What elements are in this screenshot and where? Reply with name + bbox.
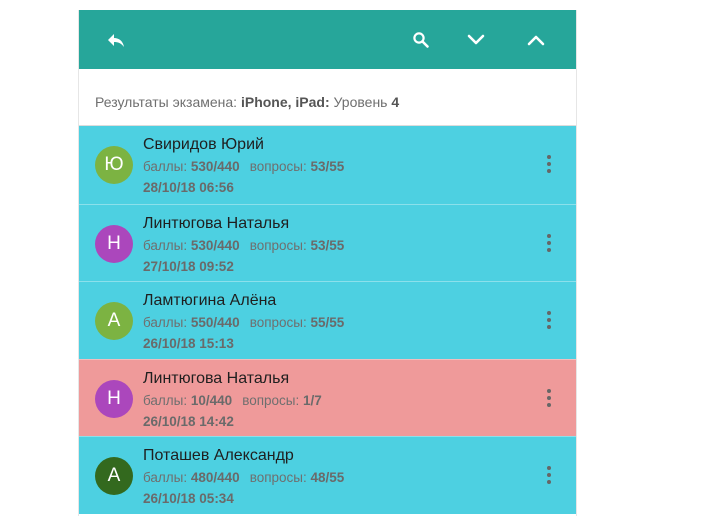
questions-value: 53/55 (310, 159, 345, 174)
exam-title: Результаты экзамена: iPhone, iPad: Урове… (79, 69, 576, 126)
level-label: Уровень (329, 94, 392, 110)
score-value: 480/440 (190, 470, 240, 485)
result-stats: баллы: 530/440 вопросы: 53/55 (143, 238, 344, 253)
chevron-up-icon (527, 35, 545, 46)
student-name: Линтюгова Наталья (143, 214, 290, 232)
next-button[interactable] (461, 25, 491, 55)
student-name: Ламтюгина Алёна (143, 292, 277, 309)
exam-results-panel: Результаты экзамена: iPhone, iPad: Урове… (78, 10, 577, 516)
search-icon (413, 32, 429, 48)
score-label: баллы: (143, 237, 191, 253)
back-button[interactable] (101, 25, 131, 55)
avatar: А (95, 302, 133, 340)
search-button[interactable] (406, 25, 436, 55)
result-stats: баллы: 10/440 вопросы: 1/7 (143, 393, 322, 408)
more-vert-icon[interactable] (541, 463, 557, 487)
questions-value: 55/55 (310, 315, 345, 330)
chevron-down-icon (467, 34, 485, 45)
result-row[interactable]: Н Линтюгова Наталья баллы: 530/440 вопрос… (79, 203, 576, 281)
avatar: Н (95, 224, 133, 263)
more-vert-icon[interactable] (541, 386, 557, 410)
level-value: 4 (391, 94, 400, 110)
more-vert-icon[interactable] (541, 231, 557, 255)
exam-title-prefix: Результаты экзамена: (95, 94, 241, 110)
questions-label: вопросы: (242, 392, 303, 408)
results-list: Ю Свиридов Юрий баллы: 530/440 вопросы: 5… (79, 126, 576, 514)
result-date: 27/10/18 09:52 (143, 258, 234, 274)
questions-value: 1/7 (303, 392, 322, 408)
result-date: 26/10/18 15:13 (143, 336, 234, 351)
result-stats: баллы: 480/440 вопросы: 48/55 (143, 470, 344, 485)
score-label: баллы: (143, 392, 191, 408)
result-row[interactable]: Ю Свиридов Юрий баллы: 530/440 вопросы: 5… (79, 126, 576, 204)
toolbar (79, 10, 576, 69)
questions-label: вопросы: (249, 159, 311, 174)
questions-value: 48/55 (310, 470, 345, 485)
avatar: Н (95, 379, 133, 418)
questions-label: вопросы: (249, 237, 311, 253)
result-date: 26/10/18 05:34 (143, 491, 234, 506)
result-stats: баллы: 530/440 вопросы: 53/55 (143, 159, 344, 174)
more-vert-icon[interactable] (541, 308, 557, 332)
score-label: баллы: (143, 315, 191, 330)
result-row[interactable]: А Ламтюгина Алёна баллы: 550/440 вопросы:… (79, 281, 576, 359)
reply-icon (108, 34, 124, 47)
result-row[interactable]: А Поташев Александр баллы: 480/440 вопрос… (79, 436, 576, 514)
student-name: Свиридов Юрий (143, 136, 264, 153)
avatar: Ю (95, 146, 133, 184)
score-value: 550/440 (190, 315, 240, 330)
score-label: баллы: (143, 159, 191, 174)
questions-value: 53/55 (310, 237, 345, 253)
result-stats: баллы: 550/440 вопросы: 55/55 (143, 315, 344, 330)
score-value: 10/440 (190, 392, 233, 408)
exam-name: iPhone, iPad: (240, 94, 330, 110)
student-name: Линтюгова Наталья (143, 369, 290, 387)
score-value: 530/440 (190, 237, 240, 253)
score-label: баллы: (143, 470, 191, 485)
student-name: Поташев Александр (143, 447, 294, 464)
previous-button[interactable] (521, 25, 551, 55)
questions-label: вопросы: (249, 470, 311, 485)
score-value: 530/440 (190, 159, 240, 174)
result-row[interactable]: Н Линтюгова Наталья баллы: 10/440 вопросы… (79, 358, 576, 436)
result-date: 26/10/18 14:42 (143, 413, 234, 429)
result-date: 28/10/18 06:56 (143, 180, 234, 195)
questions-label: вопросы: (249, 315, 311, 330)
avatar: А (95, 457, 133, 495)
more-vert-icon[interactable] (541, 152, 557, 176)
